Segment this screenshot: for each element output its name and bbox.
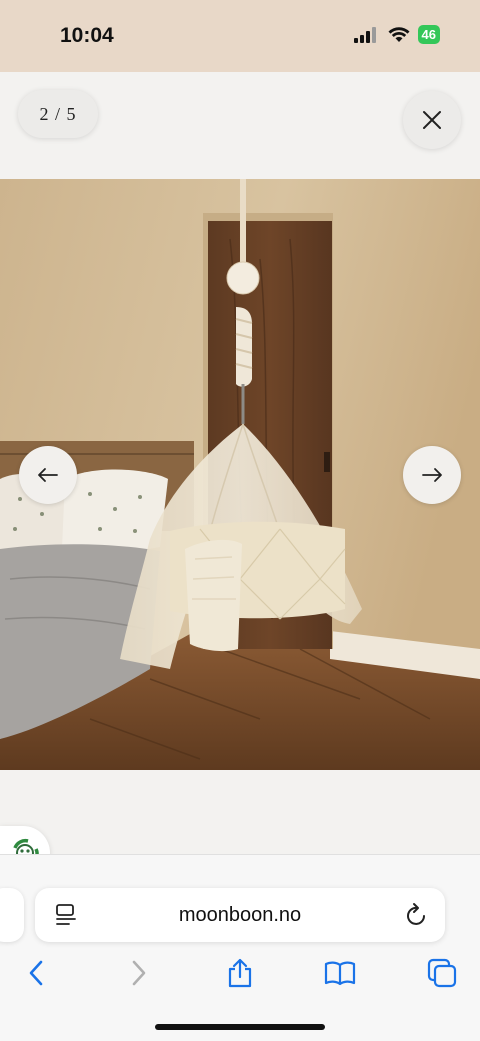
forward-button[interactable]: [121, 958, 157, 988]
status-bar: 10:04 46: [0, 0, 480, 72]
close-icon: [423, 111, 441, 129]
home-indicator[interactable]: [155, 1024, 325, 1030]
status-icons: 46: [353, 25, 440, 44]
tabs-button[interactable]: [424, 958, 460, 988]
tabs-icon: [427, 958, 457, 988]
battery-icon: 46: [417, 25, 440, 44]
back-button[interactable]: [18, 958, 54, 988]
reload-icon: [407, 903, 425, 925]
url-text: moonboon.no: [178, 903, 302, 926]
back-icon: [29, 960, 43, 986]
page-menu-icon: [56, 904, 76, 925]
cellular-signal-icon: [353, 26, 376, 43]
arrow-right-icon: [422, 468, 442, 482]
browser-chrome: [0, 854, 480, 1041]
close-button[interactable]: [403, 91, 461, 149]
gallery-footer: [0, 770, 480, 854]
forward-icon: [132, 960, 146, 986]
browser-toolbar: [0, 950, 480, 996]
next-image-button[interactable]: [403, 446, 461, 504]
previous-tab-card[interactable]: [0, 888, 24, 942]
arrow-left-icon: [38, 468, 58, 482]
status-time: 10:04: [60, 24, 114, 47]
share-icon: [228, 958, 252, 988]
address-bar[interactable]: moonboon.no: [35, 888, 445, 942]
wifi-icon: [388, 26, 410, 42]
previous-image-button[interactable]: [19, 446, 77, 504]
reload-button[interactable]: [405, 902, 429, 933]
image-counter: 2 / 5: [18, 90, 98, 138]
bookmarks-icon: [324, 961, 356, 986]
bookmarks-button[interactable]: [322, 958, 358, 988]
page-menu-button[interactable]: [55, 903, 77, 932]
share-button[interactable]: [222, 958, 258, 988]
